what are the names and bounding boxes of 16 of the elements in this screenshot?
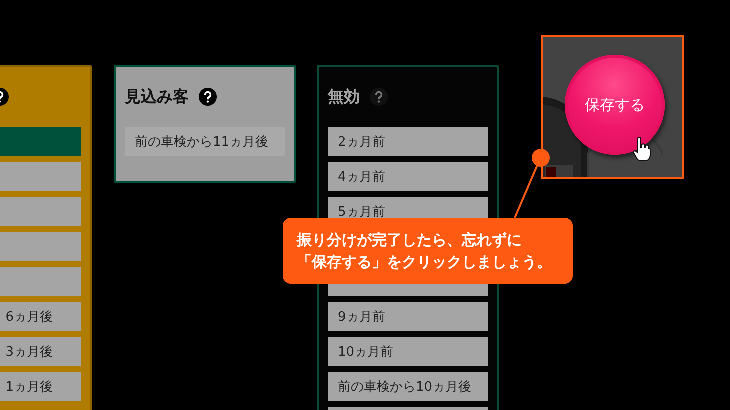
hand-cursor-icon [633, 137, 651, 163]
tip-text: 振り分けが完了したら、忘れずに [297, 230, 523, 251]
list-item[interactable]: 6ヵ月後 [0, 302, 81, 331]
column-title: 無効 [328, 86, 360, 108]
tip-text: 「保存する」をクリックしましょう。 [297, 252, 553, 273]
help-icon[interactable] [199, 88, 217, 106]
list-item[interactable]: 9ヵ月前 [328, 302, 488, 331]
column-title: 見込み客 [125, 86, 189, 108]
list-item[interactable]: 1ヵ月後 [0, 372, 81, 401]
list-item[interactable]: 10ヵ月前 [328, 337, 488, 366]
list-item[interactable]: 2ヵ月前 [328, 127, 488, 156]
list-item[interactable]: 3ヵ月後 [0, 337, 81, 366]
list-item[interactable]: 4ヵ月前 [328, 162, 488, 191]
list-item[interactable]: 前の車検から10ヵ月後 [328, 372, 488, 401]
list-item[interactable]: 前の車検から11ヵ月後 [125, 127, 285, 156]
save-button[interactable]: 保存する [565, 55, 665, 155]
